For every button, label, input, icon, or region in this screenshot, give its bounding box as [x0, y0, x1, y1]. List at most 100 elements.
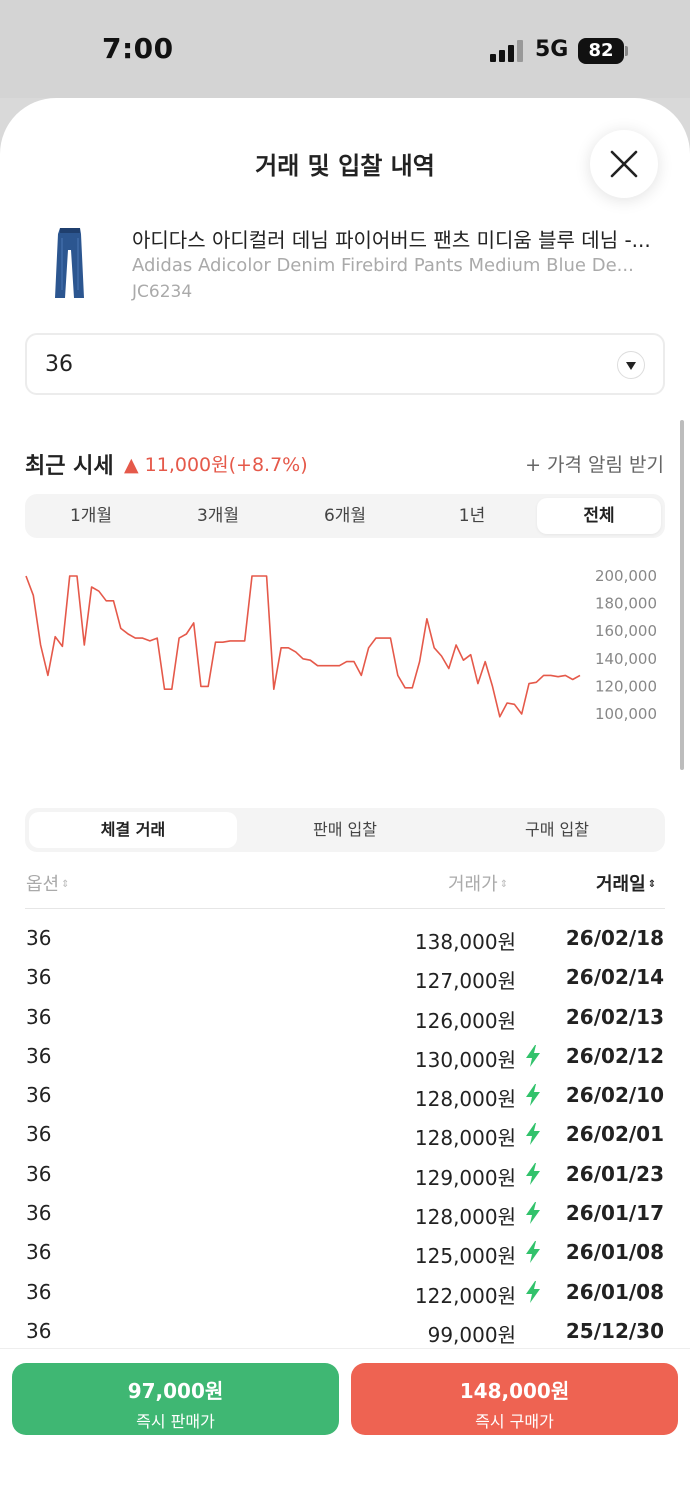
tab-sell-bids[interactable]: 판매 입찰 [241, 812, 449, 848]
row-date: 25/12/30 [565, 1318, 664, 1343]
row-price: 99,000원 [427, 1322, 516, 1347]
row-date: 26/02/14 [565, 965, 664, 990]
price-alert-link[interactable]: + 가격 알림 받기 [525, 450, 664, 477]
battery-cap [625, 46, 628, 56]
row-size: 36 [26, 1161, 52, 1186]
column-header-date[interactable]: 거래일 ⇕ [596, 870, 656, 896]
bottom-action-bar: 97,000원 즉시 판매가 148,000원 즉시 구매가 [0, 1348, 690, 1500]
row-size: 36 [26, 1279, 52, 1304]
column-header-option-label: 옵션 [26, 874, 60, 895]
instant-buy-label: 즉시 구매가 [475, 1412, 554, 1431]
trade-tabs: 체결 거래 판매 입찰 구매 입찰 [25, 808, 665, 852]
tab-all[interactable]: 전체 [537, 498, 661, 534]
tab-1-year[interactable]: 1년 [410, 498, 534, 534]
y-tick-label: 120,000 [595, 677, 657, 695]
y-tick-label: 160,000 [595, 622, 657, 640]
row-price: 128,000원 [414, 1087, 516, 1112]
instant-sell-label: 즉시 판매가 [136, 1412, 215, 1431]
row-price: 126,000원 [414, 1008, 516, 1033]
scrollbar[interactable] [680, 420, 684, 770]
lightning-bolt-icon [526, 1202, 540, 1225]
table-row: 36 125,000원 26/01/08 [0, 1234, 690, 1273]
recent-price-title: 최근 시세 [25, 454, 114, 479]
period-tabs: 1개월 3개월 6개월 1년 전체 [25, 494, 665, 538]
row-price: 127,000원 [414, 969, 516, 994]
row-size: 36 [26, 1004, 52, 1029]
network-type: 5G [535, 37, 569, 62]
row-size: 36 [26, 926, 52, 950]
y-tick-label: 140,000 [595, 650, 657, 668]
table-row: 36 99,000원 25/12/30 [0, 1313, 690, 1352]
lightning-bolt-icon [526, 1162, 540, 1185]
product-name-ko: 아디다스 아디컬러 데님 파이어버드 팬츠 미디움 블루 데님 -... [132, 228, 651, 252]
row-price: 130,000원 [414, 1047, 516, 1072]
row-price: 125,000원 [414, 1244, 516, 1269]
y-tick-label: 200,000 [595, 567, 657, 585]
sheet-title: 거래 및 입찰 내역 [255, 152, 435, 180]
lightning-bolt-icon [526, 1280, 540, 1303]
table-divider [25, 908, 665, 909]
close-button[interactable] [590, 130, 658, 198]
price-chart: 200,000 180,000 160,000 140,000 120,000 100,0… [25, 567, 657, 723]
row-date: 26/01/23 [565, 1161, 664, 1186]
row-date: 26/02/12 [565, 1043, 664, 1068]
sort-desc-icon: ⇕ [647, 879, 657, 890]
row-date: 26/01/17 [565, 1201, 664, 1226]
lightning-bolt-icon [526, 1241, 540, 1264]
y-tick-label: 180,000 [595, 595, 657, 613]
product-name-en: Adidas Adicolor Denim Firebird Pants Med… [132, 255, 634, 276]
row-price: 138,000원 [414, 930, 516, 954]
tab-completed-trades[interactable]: 체결 거래 [29, 812, 237, 848]
instant-buy-button[interactable]: 148,000원 즉시 구매가 [351, 1363, 678, 1435]
close-icon [610, 150, 638, 178]
y-tick-label: 100,000 [595, 705, 657, 723]
tab-6-months[interactable]: 6개월 [283, 498, 407, 534]
table-row: 36 122,000원 26/01/08 [0, 1274, 690, 1313]
status-time: 7:00 [102, 32, 174, 65]
table-row: 36 127,000원 26/02/14 [0, 959, 690, 998]
column-header-price-label: 거래가 [448, 874, 498, 895]
column-header-price[interactable]: 거래가 ⇕ [448, 870, 508, 896]
table-row: 36 128,000원 26/02/10 [0, 1077, 690, 1116]
row-date: 26/01/08 [565, 1279, 664, 1304]
table-row: 36 128,000원 26/01/17 [0, 1195, 690, 1234]
row-size: 36 [26, 965, 52, 990]
row-date: 26/02/10 [565, 1083, 664, 1108]
dropdown-triangle-icon [617, 351, 645, 379]
lightning-bolt-icon [526, 1044, 540, 1067]
instant-sell-price: 97,000원 [127, 1379, 224, 1403]
product-image [55, 228, 84, 298]
row-date: 26/02/13 [565, 1004, 664, 1029]
row-date: 26/02/01 [565, 1122, 664, 1147]
table-row: 36 129,000원 26/01/23 [0, 1156, 690, 1195]
row-price: 122,000원 [414, 1283, 516, 1308]
table-row: 36 130,000원 26/02/12 [0, 1038, 690, 1077]
sort-icon: ⇕ [499, 879, 509, 890]
size-select[interactable]: 36 [25, 333, 665, 395]
row-size: 36 [26, 1083, 52, 1108]
status-bar: 7:00 5G 82 [0, 0, 690, 98]
column-header-date-label: 거래일 [596, 874, 646, 895]
trade-history-sheet: 거래 및 입찰 내역 아디다스 아디컬러 데님 파이어버드 팬츠 미디움 블루 … [0, 98, 690, 1500]
lightning-bolt-icon [526, 1123, 540, 1146]
row-date: 26/01/08 [565, 1240, 664, 1265]
lightning-bolt-icon [526, 1084, 540, 1107]
trade-table: 36 138,000원 26/02/18 36 127,000원 26/02/14 36 12… [0, 920, 690, 1352]
instant-buy-price: 148,000원 [459, 1379, 570, 1403]
instant-sell-button[interactable]: 97,000원 즉시 판매가 [12, 1363, 339, 1435]
price-change: ▲ 11,000원(+8.7%) [124, 454, 308, 476]
column-header-option[interactable]: 옵션 ⇕ [26, 870, 70, 896]
row-size: 36 [26, 1201, 52, 1226]
tab-1-month[interactable]: 1개월 [29, 498, 153, 534]
tab-3-months[interactable]: 3개월 [156, 498, 280, 534]
row-size: 36 [26, 1240, 52, 1265]
row-price: 128,000원 [414, 1126, 516, 1151]
row-price: 129,000원 [414, 1165, 516, 1190]
sort-icon: ⇕ [61, 879, 70, 890]
size-select-value: 36 [45, 352, 73, 377]
row-price: 128,000원 [414, 1205, 516, 1230]
row-date: 26/02/18 [565, 926, 664, 950]
tab-buy-bids[interactable]: 구매 입찰 [453, 812, 661, 848]
row-size: 36 [26, 1043, 52, 1068]
table-row: 36 128,000원 26/02/01 [0, 1116, 690, 1155]
